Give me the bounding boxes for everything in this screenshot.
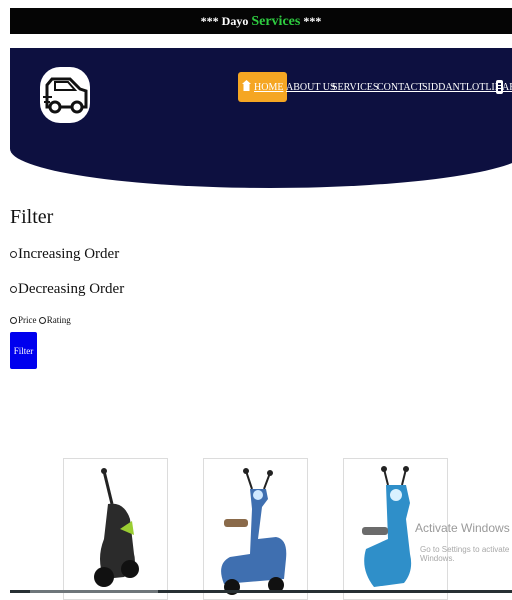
- announcement-suffix: ***: [303, 14, 322, 28]
- increasing-label: Increasing Order: [18, 246, 120, 262]
- menu-toggle-icon[interactable]: [496, 80, 503, 94]
- activate-windows-subtitle: Go to Settings to activate Windows.: [420, 545, 510, 563]
- black-scooter-image: [94, 468, 139, 587]
- announcement-brand: Services: [251, 14, 301, 29]
- car-logo-icon: [43, 77, 88, 114]
- filter-title: Filter: [10, 206, 54, 228]
- sort-by-options: Price Rating: [10, 315, 71, 325]
- nav-services[interactable]: SERVICES: [332, 72, 378, 102]
- logo[interactable]: [40, 67, 90, 123]
- option-increasing[interactable]: Increasing Order: [10, 246, 119, 263]
- home-icon: [242, 80, 251, 91]
- price-label: Price: [18, 315, 37, 325]
- hero-header: [10, 48, 512, 188]
- nav-contact[interactable]: CONTACT: [377, 72, 423, 102]
- increasing-radio[interactable]: [10, 251, 17, 259]
- nav-home[interactable]: HOME: [238, 72, 288, 102]
- announcement-bar: *** Dayo Services ***: [10, 8, 512, 34]
- option-decreasing[interactable]: Decreasing Order: [10, 281, 124, 298]
- price-radio[interactable]: [10, 317, 17, 325]
- filter-button[interactable]: Filter: [10, 332, 37, 369]
- nav-home-label: HOME: [254, 82, 284, 93]
- product-card[interactable]: [63, 458, 168, 600]
- announcement-prefix: *** Dayo: [200, 14, 249, 28]
- blue-scooter-image: [221, 468, 287, 595]
- rating-radio[interactable]: [38, 317, 46, 325]
- product-card[interactable]: [203, 458, 308, 600]
- rating-label: Rating: [46, 315, 71, 325]
- nav-about[interactable]: ABOUT US: [286, 72, 336, 102]
- activate-windows-title: Activate Windows: [415, 521, 510, 535]
- decreasing-radio[interactable]: [10, 286, 17, 294]
- decreasing-label: Decreasing Order: [18, 281, 125, 297]
